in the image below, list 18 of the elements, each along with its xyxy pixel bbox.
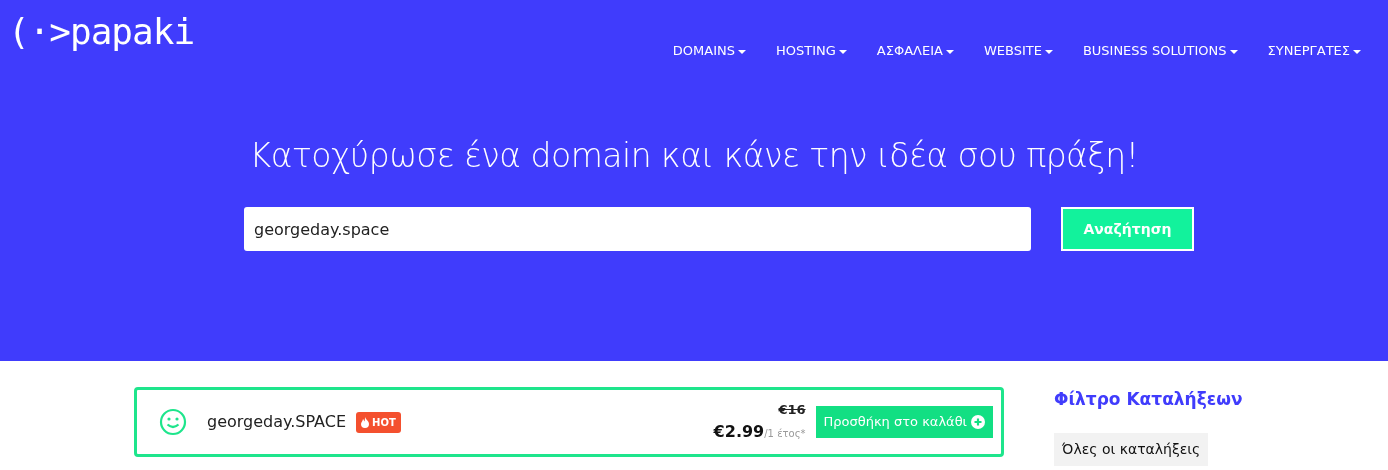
sidebar-title: Φίλτρο Καταλήξεων: [1054, 388, 1243, 411]
nav-link[interactable]: ΣΥΝΕΡΓΑΤΕΣ: [1252, 41, 1376, 61]
nav-link[interactable]: ΑΣΦΑΛΕΙΑ: [861, 41, 969, 61]
flame-icon: [361, 416, 370, 428]
price: €2.99: [713, 421, 765, 441]
nav-link[interactable]: WEBSITE: [968, 41, 1068, 61]
filter-item[interactable]: Όλες οι καταλήξεις: [1054, 432, 1209, 466]
price-period: /1 έτος*: [764, 427, 806, 439]
hot-badge: HOT: [356, 411, 401, 433]
nav-link[interactable]: BUSINESS SOLUTIONS: [1067, 41, 1253, 61]
domain-name: georgeday.SPACE: [207, 411, 347, 433]
logo[interactable]: (·>papaki: [8, 14, 195, 50]
nav-link[interactable]: HOSTING: [760, 41, 862, 61]
nav-link[interactable]: DOMAINS: [657, 41, 761, 61]
plus-icon: [971, 415, 985, 429]
old-price: €16: [778, 401, 806, 420]
search-field[interactable]: georgeday.space: [244, 207, 1031, 251]
hero-heading: Κατοχύρωσε ένα domain και κάνε την ιδέα σου πράξη!: [248, 136, 1140, 176]
